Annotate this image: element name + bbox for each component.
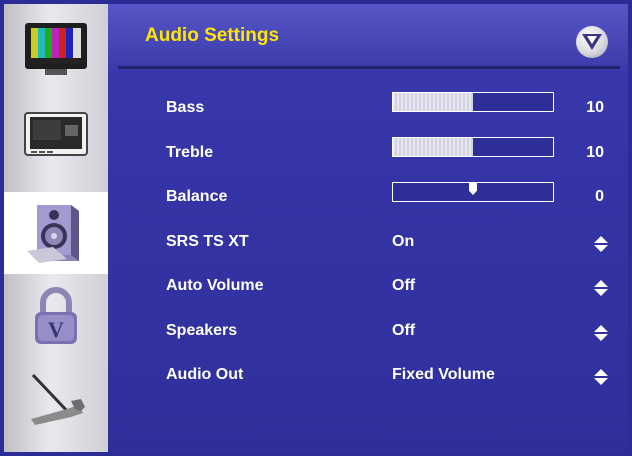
lock-icon: V [35,287,77,344]
speakers-label: Speakers [166,322,238,339]
treble-slider[interactable] [392,137,554,157]
wrench-icon [31,373,85,425]
sidebar-item-input[interactable] [4,96,108,178]
speakers-value[interactable]: Off [392,322,415,340]
balance-slider[interactable] [392,182,554,202]
sidebar-item-parental[interactable]: V [4,276,108,358]
category-sidebar: V [4,4,108,452]
up-down-arrows-icon[interactable] [594,369,608,385]
bass-label: Bass [166,99,205,116]
osd-frame: V Audio Settings Bass 10 Treble 10 Balan… [0,0,632,456]
sidebar-item-setup[interactable] [4,360,108,442]
bass-value: 10 [586,99,604,116]
sidebar-item-audio[interactable] [4,192,108,274]
page-title: Audio Settings [145,25,280,46]
treble-label: Treble [166,144,214,161]
sidebar-item-picture[interactable] [4,8,108,90]
audio-out-label: Audio Out [166,366,244,383]
auto-volume-value[interactable]: Off [392,277,415,295]
auto-volume-label: Auto Volume [166,277,264,294]
balance-label: Balance [166,188,228,205]
audio-out-value[interactable]: Fixed Volume [392,366,495,384]
menu-header: Audio Settings [108,4,628,70]
balance-marker [469,183,477,195]
bass-slider-fill [393,93,473,111]
balance-value: 0 [595,188,604,205]
svg-text:V: V [48,317,64,342]
srs-value[interactable]: On [392,233,414,251]
up-down-arrows-icon[interactable] [594,280,608,296]
header-divider [118,66,620,69]
color-bars-tv-icon [25,23,87,75]
audio-settings-panel: Audio Settings Bass 10 Treble 10 Balance… [108,4,628,452]
up-down-arrows-icon[interactable] [594,236,608,252]
tv-screen-icon [24,112,88,156]
speaker-icon [27,205,79,263]
treble-slider-fill [393,138,473,156]
vizio-v-logo-icon [576,26,608,58]
up-down-arrows-icon[interactable] [594,325,608,341]
treble-value: 10 [586,144,604,161]
bass-slider[interactable] [392,92,554,112]
srs-label: SRS TS XT [166,233,249,250]
